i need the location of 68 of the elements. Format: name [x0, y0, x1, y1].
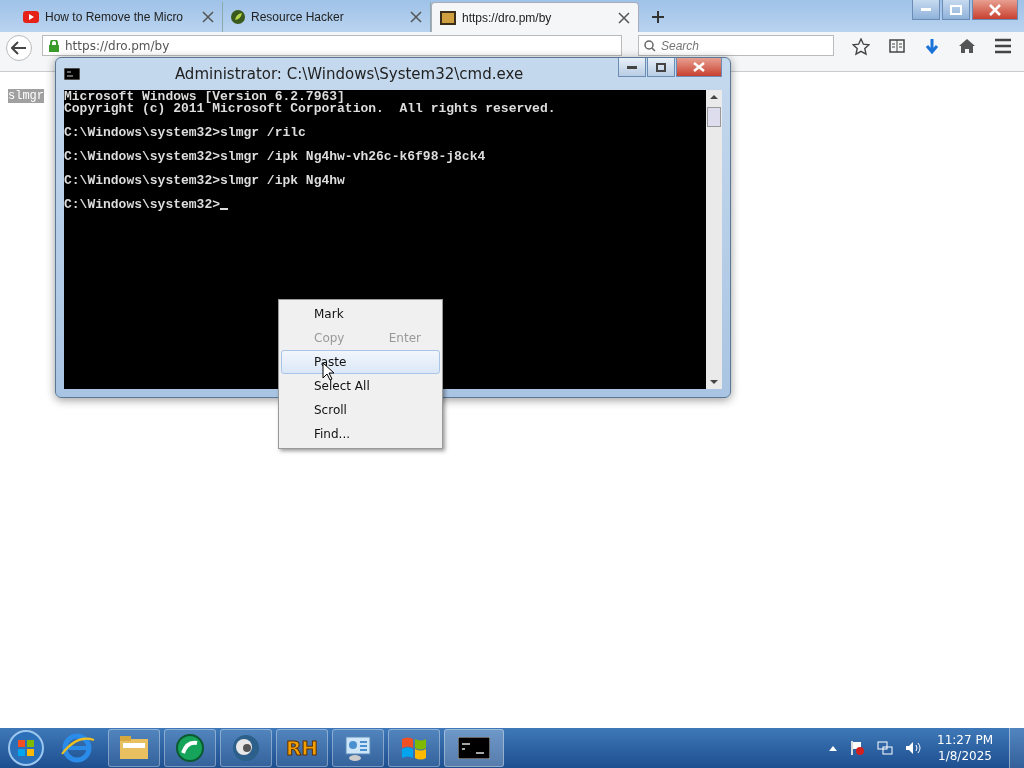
close-button[interactable]	[676, 58, 722, 77]
console-app-icon[interactable]	[444, 729, 504, 767]
swirl-icon[interactable]	[164, 729, 216, 767]
close-icon	[989, 3, 1001, 16]
tab-title: Resource Hacker	[251, 10, 345, 24]
menu-item[interactable]: Paste	[281, 350, 440, 374]
search-icon	[644, 40, 656, 52]
close-icon[interactable]	[410, 11, 422, 23]
scroll-up-icon[interactable]	[710, 94, 718, 99]
close-icon[interactable]	[202, 11, 214, 23]
video-play-icon	[23, 11, 39, 23]
close-icon[interactable]	[618, 11, 630, 24]
console-line: C:\Windows\system32>	[64, 199, 221, 211]
close-icon	[693, 62, 705, 72]
maximize-button[interactable]	[647, 58, 675, 77]
tab-title: How to Remove the Micro	[45, 10, 185, 24]
console-line: Copyright (c) 2011 Microsoft Corporation. All rights reserved.	[64, 103, 557, 115]
close-button[interactable]	[972, 0, 1018, 20]
menu-icon[interactable]	[994, 38, 1012, 54]
flag-alert-icon[interactable]	[849, 740, 865, 756]
text-cursor	[220, 208, 229, 210]
console-line: C:\Windows\system32>slmgr /rilc	[64, 127, 306, 139]
address-bar[interactable]: https://dro.pm/by	[42, 35, 622, 56]
maximize-icon	[656, 62, 666, 72]
console-line: C:\Windows\system32>slmgr /ipk Ng4hw	[64, 175, 345, 187]
window-title: Administrator: C:\Windows\System32\cmd.exe	[173, 65, 525, 83]
scrollbar[interactable]	[706, 90, 722, 389]
network-icon[interactable]	[877, 740, 893, 756]
menu-item[interactable]: Scroll	[281, 398, 440, 422]
scroll-thumb[interactable]	[707, 107, 721, 127]
menu-item[interactable]: Find...	[281, 422, 440, 446]
reader-icon[interactable]	[888, 38, 906, 54]
start-button[interactable]	[6, 729, 46, 767]
show-desktop-button[interactable]	[1009, 728, 1024, 768]
menu-item[interactable]: Mark	[281, 302, 440, 326]
home-icon[interactable]	[958, 38, 976, 54]
clock[interactable]: 11:27 PM 1/8/2025	[937, 732, 993, 764]
tab-title: https://dro.pm/by	[462, 10, 553, 25]
clock-date: 1/8/2025	[938, 748, 992, 764]
scroll-down-icon[interactable]	[710, 380, 718, 385]
folder-icon[interactable]	[108, 729, 160, 767]
leaf-icon	[231, 10, 245, 24]
show-hidden-icons-icon[interactable]	[829, 745, 837, 751]
star-icon[interactable]	[852, 38, 870, 56]
download-icon[interactable]	[924, 38, 940, 56]
console-line: C:\Windows\system32>slmgr /ipk Ng4hw-vh26c-k6f98-j8ck4	[64, 151, 486, 163]
terminal-icon	[440, 10, 456, 25]
address-text: https://dro.pm/by	[65, 38, 170, 53]
new-tab-icon[interactable]	[651, 10, 665, 24]
minimize-button[interactable]	[618, 58, 646, 77]
restore-button[interactable]	[942, 0, 970, 20]
search-field[interactable]: Search	[638, 35, 834, 56]
browser-tab[interactable]: https://dro.pm/by	[431, 2, 639, 32]
console-icon	[64, 68, 80, 80]
back-button[interactable]	[6, 35, 32, 61]
minimize-icon	[627, 65, 637, 69]
restore-icon	[950, 4, 962, 15]
lock-icon	[49, 39, 59, 52]
control-panel-icon[interactable]	[332, 729, 384, 767]
minimize-icon	[921, 7, 931, 12]
selected-text: slmgr	[8, 89, 44, 103]
clock-time: 11:27 PM	[937, 732, 993, 748]
back-arrow-icon	[11, 41, 27, 55]
menu-item[interactable]: Select All	[281, 374, 440, 398]
globe-icon[interactable]	[220, 729, 272, 767]
windows-flag-icon[interactable]	[388, 729, 440, 767]
speaker-icon[interactable]	[905, 740, 921, 756]
console-line: Microsoft Windows [Version 6.2.7963]	[64, 91, 345, 103]
